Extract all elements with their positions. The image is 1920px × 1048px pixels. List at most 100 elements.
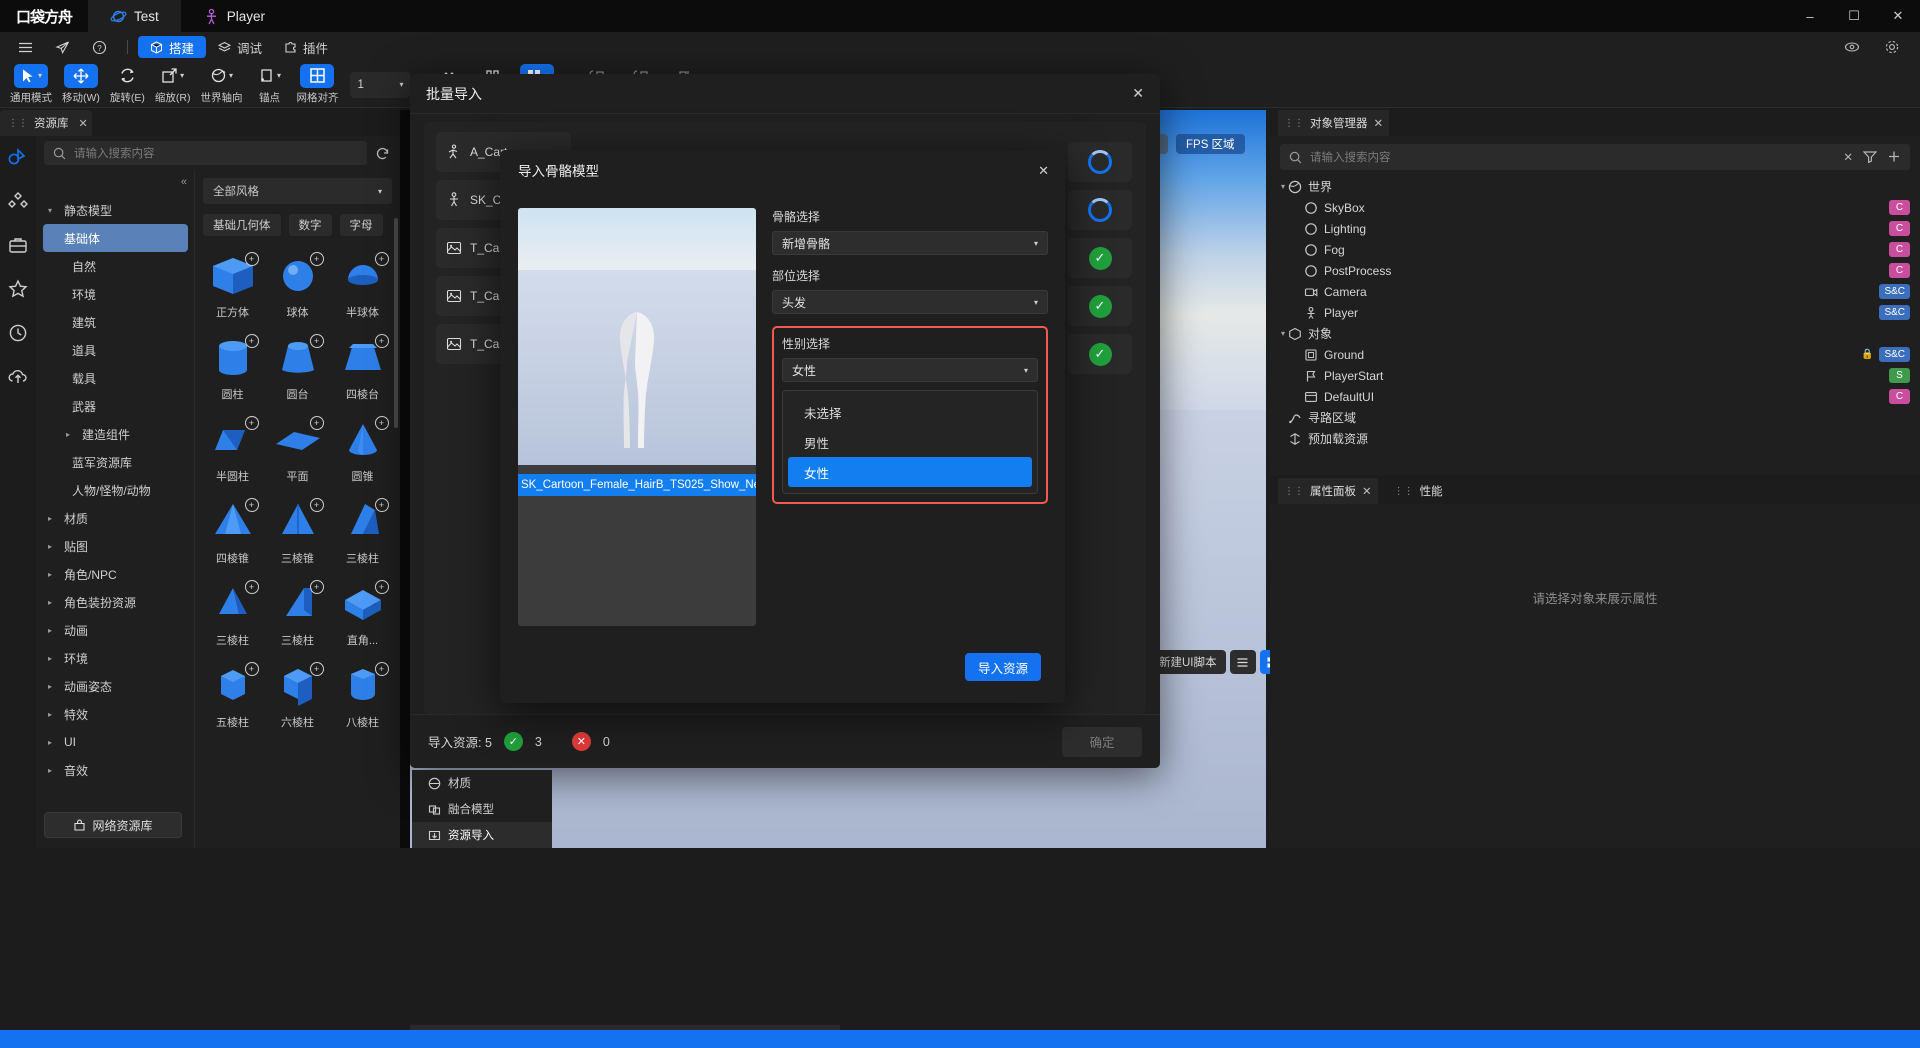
asset-category-14[interactable]: ▸ 角色装扮资源 xyxy=(36,588,195,616)
upload-icon[interactable] xyxy=(5,364,31,390)
part-select[interactable]: 头发 ▾ xyxy=(772,290,1048,314)
asset-category-11[interactable]: ▸ 材质 xyxy=(36,504,195,532)
zoom-icon[interactable]: + xyxy=(244,416,259,430)
zoom-icon[interactable]: + xyxy=(309,416,324,430)
tool-scale[interactable]: ▾ 缩放(R) xyxy=(151,64,195,106)
gender-option-0[interactable]: 未选择 xyxy=(788,397,1032,427)
tool-grid-snap[interactable]: 网格对齐 xyxy=(292,63,342,106)
asset-item[interactable]: + 八棱柱 xyxy=(333,656,392,736)
lock-icon[interactable]: 🔒 xyxy=(1861,349,1873,360)
collapse-icon[interactable]: « xyxy=(181,176,187,188)
asset-category-18[interactable]: ▸ 特效 xyxy=(36,700,195,728)
drag-handle-icon[interactable]: ⋮⋮ xyxy=(1394,486,1414,497)
asset-item[interactable]: + 半圆柱 xyxy=(203,410,262,490)
asset-library-tab[interactable]: ⋮⋮ 资源库 ✕ xyxy=(0,110,92,136)
asset-item[interactable]: + 正方体 xyxy=(203,246,262,326)
clear-icon[interactable]: ✕ xyxy=(1843,150,1853,164)
gender-option-2[interactable]: 女性 xyxy=(788,457,1032,487)
asset-category-3[interactable]: 环境 xyxy=(36,280,195,308)
model-preview[interactable]: SK_Cartoon_Female_HairB_TS025_Show_New xyxy=(518,208,756,626)
asset-item[interactable]: + 四棱台 xyxy=(333,328,392,408)
asset-chip-2[interactable]: 字母 xyxy=(339,214,383,236)
asset-item[interactable]: + 三棱柱 xyxy=(268,574,327,654)
zoom-icon[interactable]: + xyxy=(244,334,259,348)
bottom-tab-2[interactable]: 资源导入 xyxy=(412,822,552,848)
toolbox-icon[interactable] xyxy=(5,232,31,258)
zoom-icon[interactable]: + xyxy=(374,252,389,266)
settings-icon[interactable] xyxy=(1874,35,1910,59)
zoom-icon[interactable]: + xyxy=(374,416,389,430)
asset-category-5[interactable]: 道具 xyxy=(36,336,195,364)
asset-grid-scrollbar[interactable] xyxy=(394,218,398,428)
object-tree-row[interactable]: PostProcess C xyxy=(1270,260,1920,281)
history-icon[interactable] xyxy=(5,320,31,346)
zoom-icon[interactable]: + xyxy=(309,334,324,348)
zoom-icon[interactable]: + xyxy=(244,662,259,676)
object-tree-row[interactable]: Camera S&C xyxy=(1270,281,1920,302)
object-tree-row[interactable]: 预加载资源 xyxy=(1270,428,1920,449)
asset-chip-0[interactable]: 基础几何体 xyxy=(203,214,281,236)
asset-item[interactable]: + 圆柱 xyxy=(203,328,262,408)
close-icon[interactable]: ✕ xyxy=(79,117,88,130)
zoom-icon[interactable]: + xyxy=(309,252,324,266)
refresh-icon[interactable] xyxy=(375,146,390,161)
filter-icon[interactable] xyxy=(1863,150,1877,164)
drag-handle-icon[interactable]: ⋮⋮ xyxy=(8,118,28,129)
asset-category-6[interactable]: 载具 xyxy=(36,364,195,392)
tab-performance[interactable]: ⋮⋮ 性能 xyxy=(1388,478,1449,504)
chevron-down-icon[interactable]: ▾ xyxy=(1278,329,1288,338)
tool-rotate[interactable]: 旋转(E) xyxy=(106,64,149,106)
close-icon[interactable]: ✕ xyxy=(1038,163,1049,179)
chevron-down-icon[interactable]: ▾ xyxy=(1278,182,1288,191)
tool-universal-mode[interactable]: ▾ 通用模式 xyxy=(6,63,56,106)
new-ui-script-button[interactable]: 新建UI脚本 xyxy=(1150,650,1226,674)
zoom-icon[interactable]: + xyxy=(309,498,324,512)
asset-category-19[interactable]: ▸ UI xyxy=(36,728,195,756)
asset-category-4[interactable]: 建筑 xyxy=(36,308,195,336)
asset-item[interactable]: + 四棱锥 xyxy=(203,492,262,572)
import-resource-button[interactable]: 导入资源 xyxy=(965,653,1041,681)
bottom-tab-0[interactable]: 材质 xyxy=(412,770,552,796)
drag-handle-icon[interactable]: ⋮⋮ xyxy=(1284,486,1304,497)
close-icon[interactable]: ✕ xyxy=(1132,85,1144,102)
zoom-icon[interactable]: + xyxy=(374,580,389,594)
bottom-tab-1[interactable]: 融合模型 xyxy=(412,796,552,822)
asset-category-20[interactable]: ▸ 音效 xyxy=(36,756,195,784)
menu-item-debug[interactable]: 调试 xyxy=(208,35,272,59)
asset-item[interactable]: + 球体 xyxy=(268,246,327,326)
object-tree-row[interactable]: Fog C xyxy=(1270,239,1920,260)
zoom-icon[interactable]: + xyxy=(309,580,324,594)
tool-anchor[interactable]: ▾ 锚点 xyxy=(248,64,290,106)
asset-item[interactable]: + 六棱柱 xyxy=(268,656,327,736)
asset-item[interactable]: + 圆台 xyxy=(268,328,327,408)
send-icon[interactable] xyxy=(45,35,80,59)
asset-item[interactable]: + 直角... xyxy=(333,574,392,654)
asset-category-10[interactable]: 人物/怪物/动物 xyxy=(36,476,195,504)
asset-search-input[interactable]: 请输入搜索内容 xyxy=(44,141,367,165)
asset-category-13[interactable]: ▸ 角色/NPC xyxy=(36,560,195,588)
tab-object-manager[interactable]: ⋮⋮ 对象管理器 ✕ xyxy=(1278,110,1390,136)
project-tab-player[interactable]: Player xyxy=(181,0,287,32)
nodes-icon[interactable] xyxy=(5,188,31,214)
asset-item[interactable]: + 三棱锥 xyxy=(268,492,327,572)
minimize-icon[interactable]: – xyxy=(1788,0,1832,32)
maximize-icon[interactable]: ☐ xyxy=(1832,0,1876,32)
zoom-icon[interactable]: + xyxy=(374,498,389,512)
globe-icon[interactable]: ▾ xyxy=(204,64,238,88)
confirm-button[interactable]: 确定 xyxy=(1062,726,1142,757)
object-tree-row[interactable]: SkyBox C xyxy=(1270,197,1920,218)
asset-category-1[interactable]: 基础体 xyxy=(43,224,188,252)
object-tree-row[interactable]: 寻路区域 xyxy=(1270,407,1920,428)
asset-item[interactable]: + 三棱柱 xyxy=(333,492,392,572)
hamburger-icon[interactable] xyxy=(8,35,43,59)
eye-icon[interactable] xyxy=(1834,35,1870,59)
asset-item[interactable]: + 半球体 xyxy=(333,246,392,326)
asset-category-16[interactable]: ▸ 环境 xyxy=(36,644,195,672)
asset-item[interactable]: + 平面 xyxy=(268,410,327,490)
assets-icon[interactable] xyxy=(5,144,31,170)
asset-item[interactable]: + 三棱柱 xyxy=(203,574,262,654)
asset-category-0[interactable]: ▾ 静态模型 xyxy=(36,196,195,224)
close-icon[interactable]: ✕ xyxy=(1876,0,1920,32)
asset-category-9[interactable]: 蓝军资源库 xyxy=(36,448,195,476)
gender-select[interactable]: 女性 ▾ xyxy=(782,358,1038,382)
